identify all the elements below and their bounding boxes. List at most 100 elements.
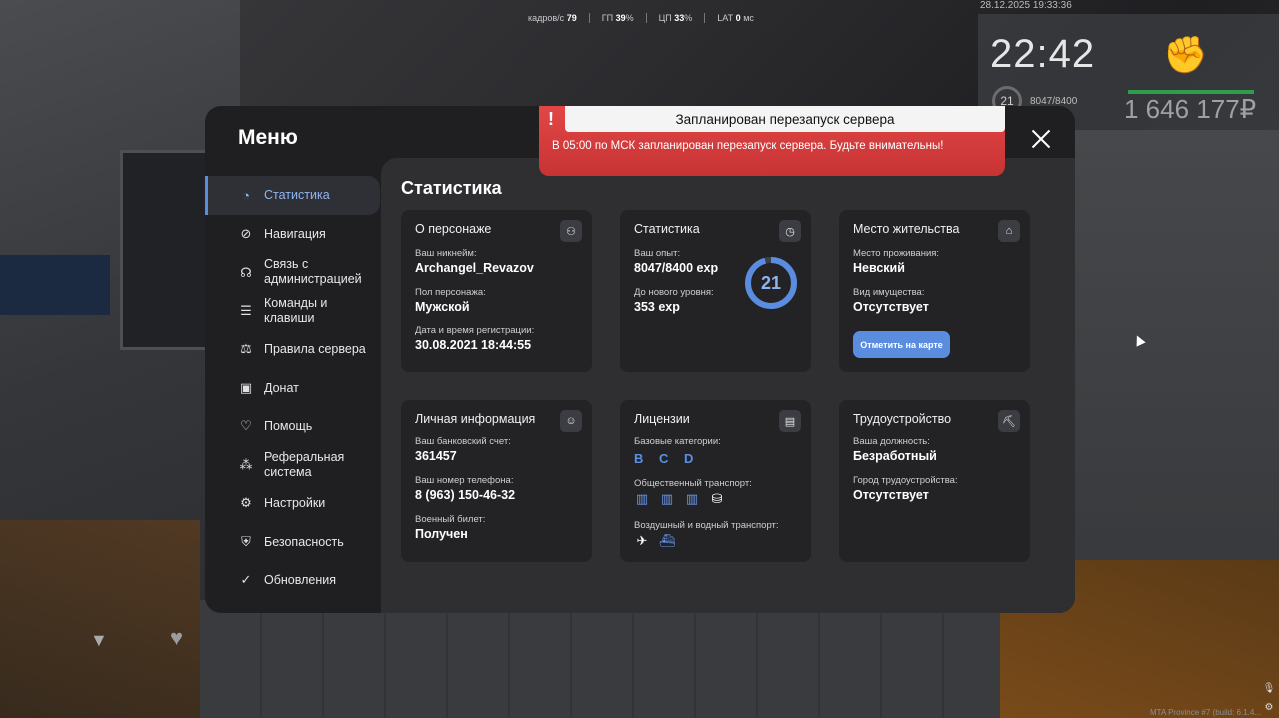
network-icon: ⁂ — [239, 457, 253, 473]
sidebar-item-label: Обновления — [264, 573, 336, 588]
menu-window: Меню ◔ Статистика ⊘ Навигация ☊ Связь с … — [205, 106, 1075, 613]
datetime: 28.12.2025 19:33:36 — [980, 0, 1072, 11]
sidebar-item-label: Связь с администрацией — [264, 257, 362, 287]
floor-wood-left — [0, 520, 200, 718]
sidebar-item-label: Реферальная система — [264, 449, 345, 479]
registration-value: 30.08.2021 18:44:55 — [415, 338, 532, 352]
document-icon: ☰ — [240, 303, 252, 319]
card-residence: Место жительства ⌂ Место проживания: Нев… — [839, 210, 1030, 372]
metro-icon: ⛁ — [711, 491, 723, 506]
field-label: Ваш банковский счет: — [415, 436, 511, 447]
property-value: Отсутствует — [853, 300, 929, 314]
build-info: MTA Province #7 (build: 6.1.4... — [1150, 708, 1262, 717]
field-label: Город трудоустройства: — [853, 475, 958, 486]
sidebar-item-statistics[interactable]: ◔ Статистика — [205, 176, 380, 215]
exp-value: 8047/8400 exp — [634, 261, 719, 275]
clock-icon: ◷ — [779, 220, 801, 242]
ship-icon: ⛴ — [658, 533, 676, 548]
sidebar-item-rules[interactable]: ⚖ Правила сервера — [205, 330, 380, 369]
field-label: Ваш опыт: — [634, 248, 681, 259]
heart-icon: ♥ — [170, 625, 184, 650]
scales-icon: ⚖ — [240, 341, 252, 357]
field-label: Ваш никнейм: — [415, 248, 477, 259]
latency-readout: LAT 0 мс — [717, 13, 754, 23]
fps-readout: кадров/с 79 — [528, 13, 577, 23]
microphone-icon[interactable]: 🎙 — [1262, 683, 1276, 697]
floor-tiles — [200, 600, 1000, 718]
field-label: До нового уровня: — [634, 287, 714, 298]
cpu-readout: ЦП 33% — [658, 13, 693, 23]
airplane-icon: ✈ — [636, 533, 648, 548]
position-value: Безработный — [853, 449, 937, 463]
field-label: Ваша должность: — [853, 436, 930, 447]
pickaxe-icon: ⛏ — [998, 410, 1020, 432]
statistics-panel: Статистика О персонаже ⚇ Ваш никнейм: Ar… — [381, 158, 1075, 613]
refresh-check-icon: ✓ — [240, 572, 252, 588]
card-licenses: Лицензии ▤ Базовые категории: B C D Обще… — [620, 400, 811, 562]
sidebar-item-donate[interactable]: ▣ Донат — [205, 369, 380, 408]
fist-icon: ✊ — [1163, 34, 1208, 75]
gpu-readout: ГП 39% — [601, 13, 634, 23]
bank-account-value: 361457 — [415, 449, 457, 463]
card-statistics: Статистика ◷ Ваш опыт: 8047/8400 exp До … — [620, 210, 811, 372]
level-number: 21 — [760, 272, 782, 293]
nickname-value: Archangel_Revazov — [415, 261, 534, 275]
sidebar-item-commands[interactable]: ☰ Команды и клавиши — [205, 292, 380, 331]
settings-corner-icon[interactable]: ⚙ — [1262, 702, 1276, 716]
bus-icon: ▥ — [635, 491, 649, 506]
sidebar-item-security[interactable]: ⛨ Безопасность — [205, 523, 380, 562]
card-title: Лицензии — [634, 412, 690, 426]
card-personal-info: Личная информация ☺ Ваш банковский счет:… — [401, 400, 592, 562]
sidebar-item-navigation[interactable]: ⊘ Навигация — [205, 215, 380, 254]
sidebar-item-help[interactable]: ♡ Помощь — [205, 407, 380, 446]
id-card-icon: ▤ — [779, 410, 801, 432]
field-label: Вид имущества: — [853, 287, 925, 298]
server-restart-notification: ! Запланирован перезапуск сервера В 05:0… — [539, 106, 1005, 176]
alert-icon: ! — [548, 109, 554, 129]
field-label: Ваш номер телефона: — [415, 475, 514, 486]
sidebar-item-label: Помощь — [264, 419, 313, 434]
card-title: Личная информация — [415, 412, 536, 426]
phone-value: 8 (963) 150-46-32 — [415, 488, 516, 502]
card-title: Статистика — [634, 222, 700, 236]
water-drop-icon: ▼ — [90, 630, 108, 650]
mark-on-map-button[interactable]: Отметить на карте — [853, 331, 950, 358]
user-icon: ⚇ — [560, 220, 582, 242]
field-label: Дата и время регистрации: — [415, 325, 535, 336]
pie-chart-icon: ◔ — [242, 187, 250, 203]
heart-hand-icon: ♡ — [240, 418, 252, 434]
tram-icon: ▥ — [685, 491, 699, 506]
sidebar-item-referral[interactable]: ⁂ Реферальная система — [205, 446, 380, 485]
menu-title: Меню — [238, 126, 298, 149]
sidebar-item-settings[interactable]: ⚙ Настройки — [205, 484, 380, 523]
trolleybus-icon: ▥ — [660, 491, 674, 506]
residence-value: Невский — [853, 261, 905, 275]
card-employment: Трудоустройство ⛏ Ваша должность: Безраб… — [839, 400, 1030, 562]
field-label: Общественный транспорт: — [634, 478, 752, 489]
notification-title: Запланирован перезапуск сервера — [565, 106, 1005, 132]
field-label: Военный билет: — [415, 514, 486, 525]
wall-poster — [0, 255, 110, 315]
performance-overlay: кадров/с 79 ГП 39% ЦП 33% LAT 0 мс — [528, 13, 754, 23]
sidebar-item-label: Статистика — [264, 188, 330, 203]
notification-text: В 05:00 по МСК запланирован перезапуск с… — [552, 140, 944, 152]
card-title: Место жительства — [853, 222, 960, 236]
close-button[interactable] — [1028, 126, 1054, 152]
game-clock: 22:42 — [990, 32, 1096, 76]
card-character: О персонаже ⚇ Ваш никнейм: Archangel_Rev… — [401, 210, 592, 372]
money-display: 1 646 177₽ — [1124, 94, 1257, 124]
license-categories: B C D — [634, 451, 700, 466]
sidebar-item-admin-contact[interactable]: ☊ Связь с администрацией — [205, 253, 380, 292]
wallet-icon: ▣ — [239, 379, 253, 395]
sidebar-item-label: Навигация — [264, 226, 326, 241]
sidebar-item-label: Настройки — [264, 496, 326, 511]
military-id-value: Получен — [415, 527, 468, 541]
sidebar-item-updates[interactable]: ✓ Обновления — [205, 561, 380, 600]
wall-right — [1075, 130, 1279, 580]
sex-value: Мужской — [415, 300, 470, 314]
public-transport-icons: ▥ ▥ ▥ ⛁ — [634, 491, 725, 507]
card-title: Трудоустройство — [853, 412, 952, 426]
employment-city-value: Отсутствует — [853, 488, 929, 502]
sidebar-item-label: Команды и клавиши — [264, 295, 328, 325]
gear-icon: ⚙ — [240, 495, 252, 511]
